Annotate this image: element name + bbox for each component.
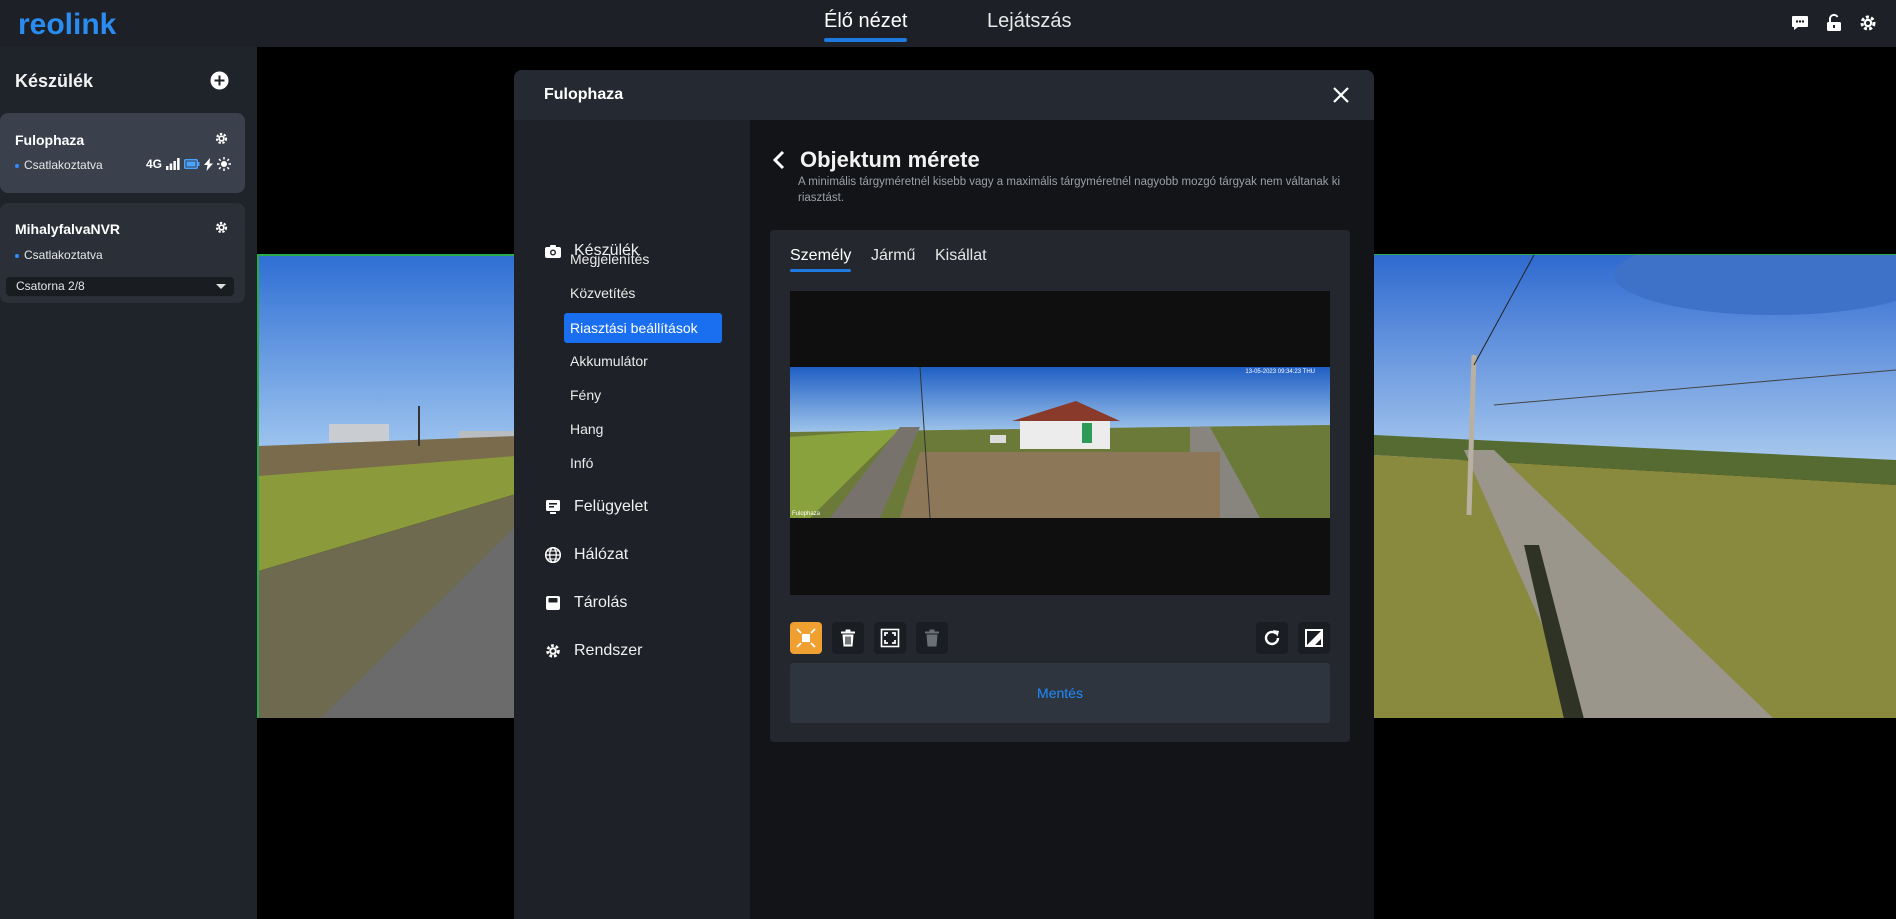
camera-preview[interactable]: 13-05-2023 09:34:23 THU Fulophaza: [790, 291, 1330, 595]
device-sidebar: Készülék Fulophaza Csatlakoztatva 4G Mih…: [0, 47, 257, 919]
nav-section-label: Rendszer: [574, 642, 643, 659]
chat-icon[interactable]: [1790, 13, 1810, 33]
delete-max-size-button[interactable]: [916, 622, 948, 654]
top-bar: reolink Élő nézet Lejátszás: [0, 0, 1896, 47]
camera-view-right[interactable]: [1374, 254, 1896, 718]
min-size-tool-button[interactable]: [790, 622, 822, 654]
modal-title: Fulophaza: [544, 86, 624, 103]
globe-icon: [544, 546, 562, 564]
nav-section-network[interactable]: Hálózat: [544, 546, 628, 564]
close-icon[interactable]: [1332, 86, 1350, 104]
network-type-badge: 4G: [145, 157, 162, 171]
device-status: Csatlakoztatva: [15, 248, 103, 262]
active-subtab-indicator: [790, 269, 851, 272]
device-status-icons: 4G: [146, 157, 231, 171]
tab-person[interactable]: Személy: [790, 247, 851, 265]
top-right-icons: [1790, 13, 1878, 33]
main-nav: Élő nézet Lejátszás: [0, 0, 1896, 47]
delete-min-size-button[interactable]: [832, 622, 864, 654]
device-name: MihalyfalvaNVR: [15, 221, 121, 237]
active-tab-indicator: [824, 38, 907, 42]
tab-live-view[interactable]: Élő nézet: [824, 10, 907, 33]
device-status: Csatlakoztatva: [15, 158, 103, 172]
nav-section-label: Felügyelet: [574, 498, 648, 515]
device-name: Fulophaza: [15, 132, 85, 148]
drawing-toolbar: [790, 622, 1330, 654]
add-device-icon[interactable]: [210, 71, 229, 90]
settings-nav: Készülék Megjelenítés Közvetítés Riasztá…: [514, 120, 750, 919]
shrink-box-icon: [796, 628, 816, 648]
nav-section-label: Hálózat: [574, 546, 629, 563]
nav-item-battery[interactable]: Akkumulátor: [570, 353, 648, 369]
nav-item-streaming[interactable]: Közvetítés: [570, 285, 635, 301]
nav-item-display[interactable]: Megjelenítés: [570, 251, 649, 267]
preview-scene: 13-05-2023 09:34:23 THU Fulophaza: [790, 367, 1330, 518]
save-button[interactable]: Mentés: [790, 663, 1330, 723]
settings-content: Objektum mérete A minimális tárgyméretné…: [750, 120, 1374, 919]
refresh-icon: [1264, 630, 1280, 646]
page-description: A minimális tárgyméretnél kisebb vagy a …: [798, 176, 1341, 204]
monitor-icon: [546, 500, 560, 514]
camera-view-left[interactable]: [257, 254, 514, 718]
modal-header: Fulophaza: [514, 70, 1374, 120]
nav-item-info[interactable]: Infó: [570, 455, 593, 471]
channel-select[interactable]: Csatorna 2/8: [6, 277, 234, 296]
charging-bolt-icon: [204, 157, 213, 171]
trash-icon: [925, 629, 939, 647]
battery-icon: [184, 159, 200, 169]
sun-icon: [217, 157, 231, 171]
nav-section-storage[interactable]: Tárolás: [544, 594, 627, 612]
tab-playback[interactable]: Lejátszás: [987, 10, 1072, 33]
preview-image: 13-05-2023 09:34:23 THU Fulophaza: [790, 367, 1330, 518]
nav-item-light[interactable]: Fény: [570, 387, 601, 403]
resize-icon: [1305, 629, 1323, 647]
channel-select-value: Csatorna 2/8: [16, 279, 85, 293]
camera-icon: [545, 245, 561, 258]
camera-feed-image: [259, 256, 514, 718]
chevron-down-icon: [216, 284, 226, 289]
gear-icon[interactable]: [1858, 13, 1878, 33]
max-size-tool-button[interactable]: [874, 622, 906, 654]
device-card-fulophaza[interactable]: Fulophaza Csatlakoztatva 4G: [0, 113, 245, 193]
nav-section-system[interactable]: Rendszer: [544, 642, 642, 660]
signal-icon: [166, 158, 180, 170]
sidebar-title: Készülék: [15, 71, 94, 91]
nav-section-label: Tárolás: [574, 594, 628, 611]
chevron-left-icon[interactable]: [772, 150, 786, 170]
nav-item-alarm-settings[interactable]: Riasztási beállítások: [564, 313, 722, 343]
camera-feed-image: [1374, 255, 1896, 718]
reset-button[interactable]: [1256, 622, 1288, 654]
nav-item-audio[interactable]: Hang: [570, 421, 603, 437]
fullscreen-button[interactable]: [1298, 622, 1330, 654]
preview-camera-label: Fulophaza: [792, 511, 821, 517]
expand-box-icon: [880, 628, 900, 648]
device-settings-gear-icon[interactable]: [214, 131, 229, 146]
storage-icon: [546, 596, 560, 610]
preview-timestamp: 13-05-2023 09:34:23 THU: [1245, 369, 1315, 375]
object-size-panel: Személy Jármű Kisállat 13-05-2023 09:34:…: [770, 230, 1350, 742]
tab-vehicle[interactable]: Jármű: [871, 247, 915, 265]
gear-icon: [546, 644, 560, 658]
page-title: Objektum mérete: [800, 147, 980, 172]
device-settings-modal: Fulophaza Készülék Megjelenítés Közvetít…: [514, 70, 1374, 919]
tab-pet[interactable]: Kisállat: [935, 247, 987, 265]
device-settings-gear-icon[interactable]: [214, 220, 229, 235]
trash-icon: [841, 629, 855, 647]
nav-section-surveillance[interactable]: Felügyelet: [544, 498, 648, 516]
unlock-icon[interactable]: [1824, 13, 1844, 33]
